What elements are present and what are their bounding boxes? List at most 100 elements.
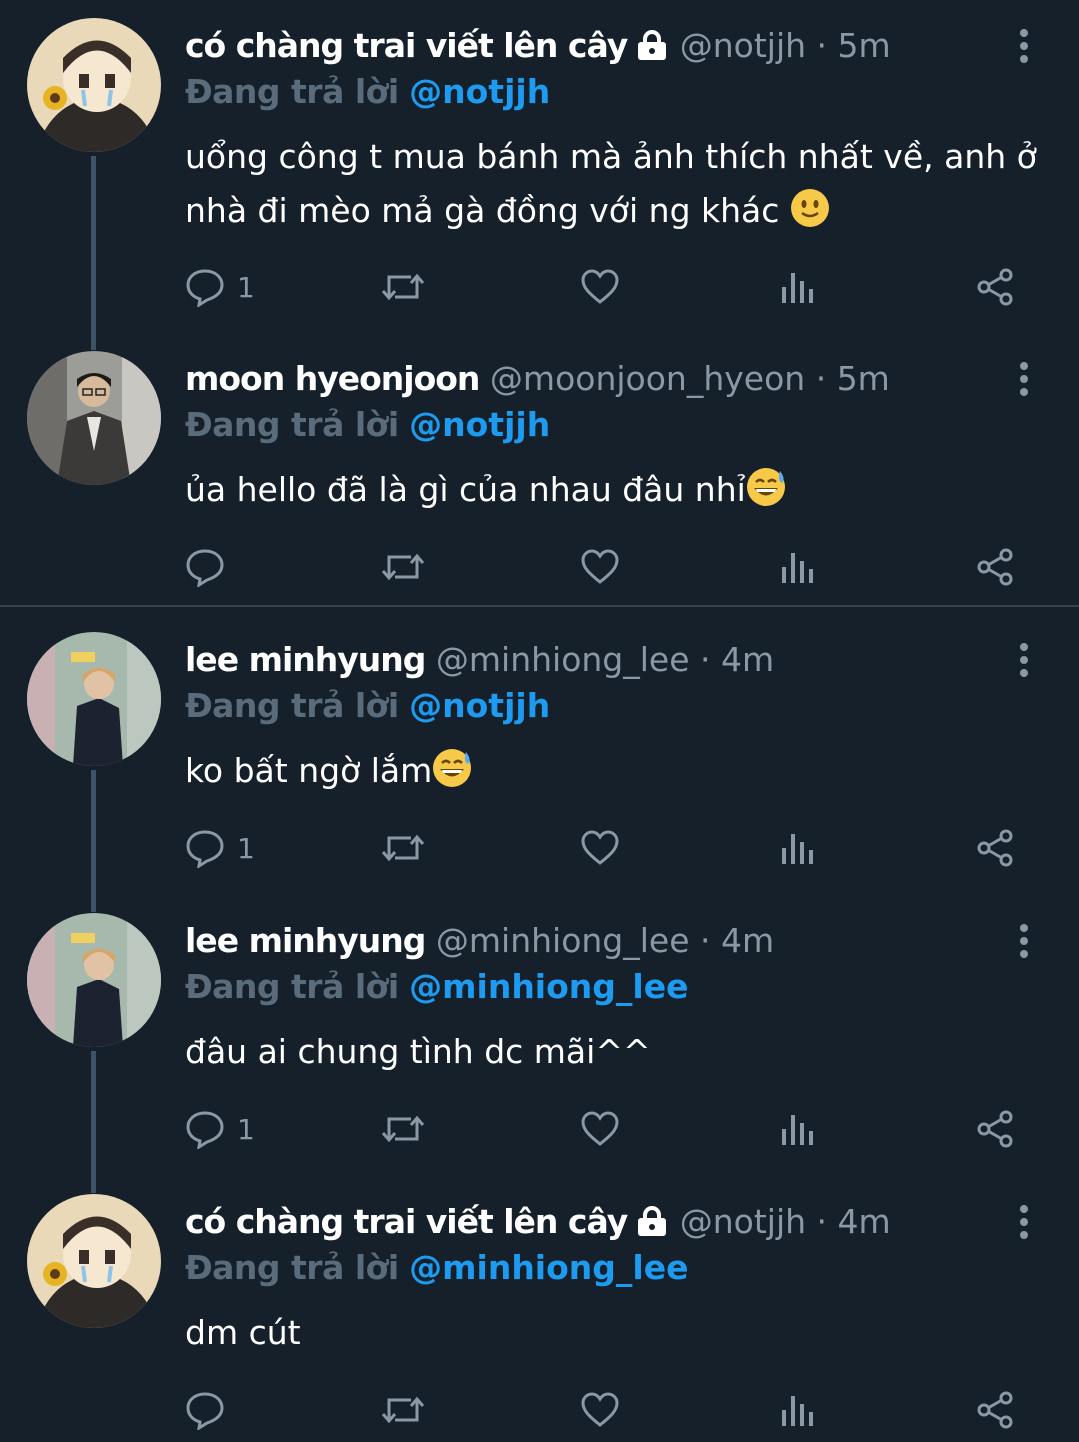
timestamp[interactable]: 5m — [837, 359, 890, 398]
user-handle[interactable]: @notjjh — [680, 1202, 806, 1241]
share-button[interactable] — [975, 545, 1015, 589]
tweet-text: dm cút — [185, 1306, 1045, 1360]
more-options-icon[interactable] — [1012, 362, 1036, 402]
separator-dot: · — [815, 359, 827, 398]
reply-to-handle[interactable]: @minhiong_lee — [409, 967, 688, 1006]
like-button[interactable] — [580, 1107, 620, 1151]
share-icon — [977, 1110, 1013, 1148]
view-analytics-button[interactable] — [779, 826, 815, 870]
action-bar — [185, 545, 1035, 589]
reply-thread: có chàng trai viết lên cây @notjjh · 5m … — [0, 0, 1079, 1442]
reply-button[interactable] — [185, 545, 237, 589]
view-analytics-button[interactable] — [779, 545, 815, 589]
like-button[interactable] — [580, 826, 620, 870]
more-options-icon[interactable] — [1012, 29, 1036, 69]
retweet-button[interactable] — [381, 826, 425, 870]
action-bar — [185, 1388, 1035, 1432]
user-handle[interactable]: @minhiong_lee — [436, 921, 690, 960]
action-bar: 1 — [185, 1107, 1035, 1151]
analytics-icon — [782, 1396, 813, 1426]
like-button[interactable] — [580, 545, 620, 589]
timestamp[interactable]: 4m — [838, 1202, 891, 1241]
avatar[interactable] — [27, 632, 161, 766]
thread-connector — [91, 770, 96, 912]
timestamp[interactable]: 4m — [721, 640, 774, 679]
share-button[interactable] — [975, 826, 1015, 870]
user-handle[interactable]: @notjjh — [680, 26, 806, 65]
tweet-text-content: ko bất ngờ lắm — [185, 751, 433, 790]
heart-icon — [581, 549, 619, 584]
like-button[interactable] — [580, 1388, 620, 1432]
timestamp[interactable]: 5m — [838, 26, 891, 65]
reply-button[interactable]: 1 — [185, 265, 255, 309]
more-options-icon[interactable] — [1012, 1205, 1036, 1245]
reply-button[interactable] — [185, 1388, 237, 1432]
photo-avatar-icon — [27, 351, 161, 485]
display-name[interactable]: moon hyeonjoon — [185, 359, 480, 398]
avatar[interactable] — [27, 1194, 161, 1328]
view-analytics-button[interactable] — [779, 265, 815, 309]
avatar[interactable] — [27, 18, 161, 152]
tweet-text-content: đâu ai chung tình dc mãi^^ — [185, 1032, 651, 1071]
retweet-icon — [381, 273, 425, 301]
reply-context: Đang trả lời @notjjh — [185, 72, 550, 112]
like-button[interactable] — [580, 265, 620, 309]
reply-context: Đang trả lời @minhiong_lee — [185, 1248, 688, 1288]
reply-to-handle[interactable]: @notjjh — [409, 405, 550, 444]
photo-avatar-icon — [27, 913, 161, 1047]
reply-button[interactable]: 1 — [185, 1107, 255, 1151]
reply-label: Đang trả lời — [185, 72, 399, 111]
user-handle[interactable]: @moonjoon_hyeon — [490, 359, 805, 398]
retweet-button[interactable] — [381, 1107, 425, 1151]
display-name[interactable]: có chàng trai viết lên cây — [185, 26, 628, 65]
share-icon — [977, 548, 1013, 586]
reply-label: Đang trả lời — [185, 405, 399, 444]
share-button[interactable] — [975, 265, 1015, 309]
reply-count: 1 — [237, 1112, 255, 1146]
share-icon — [977, 1391, 1013, 1429]
retweet-icon — [381, 1396, 425, 1424]
heart-icon — [581, 269, 619, 304]
separator-dot: · — [816, 26, 828, 65]
avatar[interactable] — [27, 913, 161, 1047]
reply-icon — [186, 830, 224, 868]
view-analytics-button[interactable] — [779, 1388, 815, 1432]
share-button[interactable] — [975, 1388, 1015, 1432]
more-options-icon[interactable] — [1012, 924, 1036, 964]
retweet-button[interactable] — [381, 265, 425, 309]
cartoon-avatar-icon — [27, 18, 161, 152]
reply-to-handle[interactable]: @notjjh — [409, 72, 550, 111]
separator-dot: · — [700, 921, 711, 960]
reply-to-handle[interactable]: @notjjh — [409, 686, 550, 725]
analytics-icon — [782, 273, 813, 303]
avatar[interactable] — [27, 351, 161, 485]
tweet-text: đâu ai chung tình dc mãi^^ — [185, 1025, 1045, 1079]
slightly-smiling-face-icon — [790, 188, 830, 244]
grinning-face-with-sweat-icon — [432, 748, 474, 804]
reply-label: Đang trả lời — [185, 686, 399, 725]
retweet-button[interactable] — [381, 1388, 425, 1432]
action-bar: 1 — [185, 265, 1035, 309]
timestamp[interactable]: 4m — [721, 921, 774, 960]
user-handle[interactable]: @minhiong_lee — [436, 640, 690, 679]
share-icon — [977, 268, 1013, 306]
heart-icon — [581, 1111, 619, 1146]
display-name[interactable]: lee minhyung — [185, 640, 426, 679]
reply-icon — [186, 549, 224, 587]
display-name[interactable]: lee minhyung — [185, 921, 426, 960]
display-name[interactable]: có chàng trai viết lên cây — [185, 1202, 628, 1241]
reply-button[interactable]: 1 — [185, 826, 255, 870]
reply-to-handle[interactable]: @minhiong_lee — [409, 1248, 688, 1287]
tweet-header: có chàng trai viết lên cây @notjjh · 5m — [185, 26, 891, 70]
grinning-face-with-sweat-icon — [746, 467, 788, 523]
view-analytics-button[interactable] — [779, 1107, 815, 1151]
share-button[interactable] — [975, 1107, 1015, 1151]
tweet-text-content: uổng công t mua bánh mà ảnh thích nhất v… — [185, 137, 1037, 230]
reply-count: 1 — [237, 831, 255, 865]
tweet-text-content: ủa hello đã là gì của nhau đâu nhỉ — [185, 470, 746, 509]
more-options-icon[interactable] — [1012, 643, 1036, 683]
retweet-button[interactable] — [381, 545, 425, 589]
thread-divider — [0, 605, 1079, 607]
tweet-header: có chàng trai viết lên cây @notjjh · 4m — [185, 1202, 891, 1246]
retweet-icon — [381, 834, 425, 862]
